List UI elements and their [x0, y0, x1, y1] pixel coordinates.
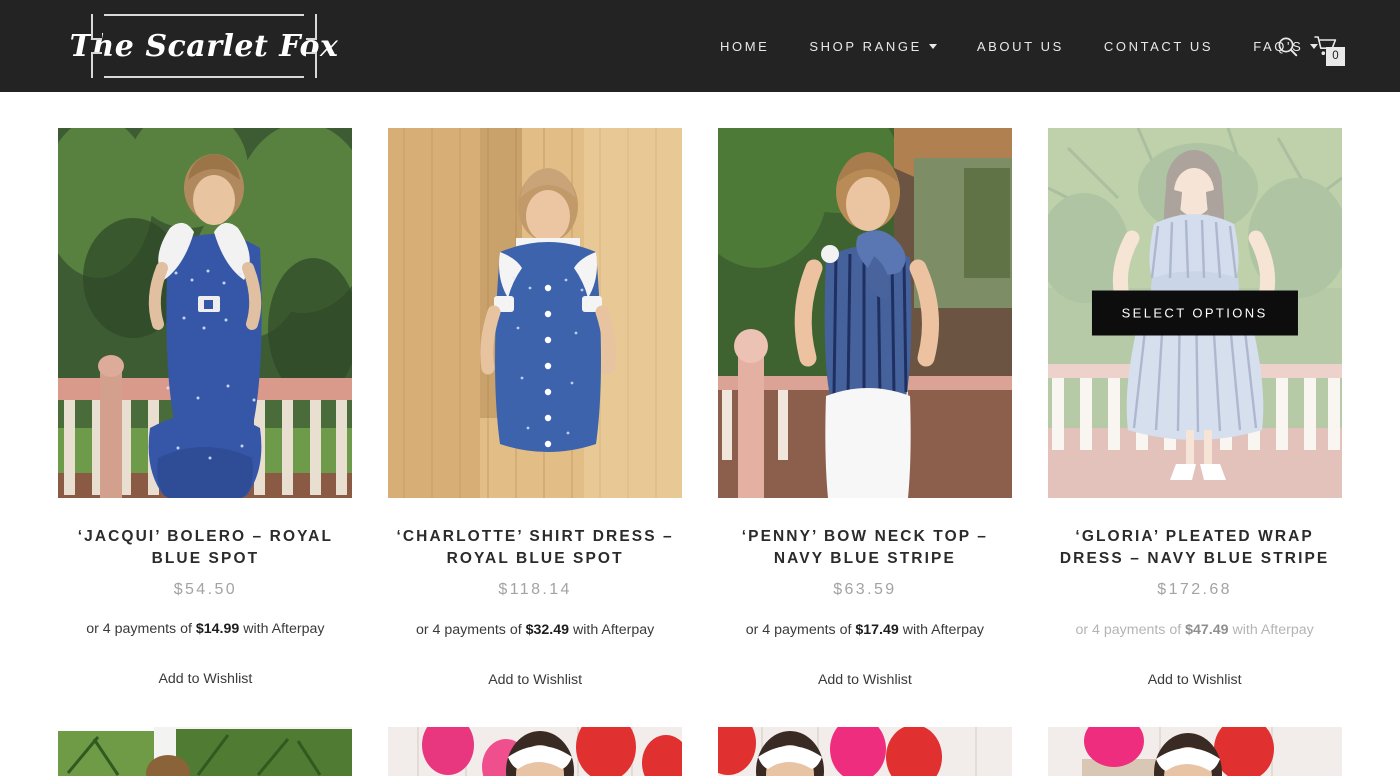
product-title[interactable]: ‘CHARLOTTE’ SHIRT DRESS – ROYAL BLUE SPO…: [386, 526, 685, 570]
afterpay-amount: $47.49: [1185, 622, 1229, 638]
add-to-wishlist-button[interactable]: Add to Wishlist: [716, 672, 1015, 688]
cart-count-badge: 0: [1326, 47, 1345, 66]
shop-page: Home / Shop Sort by newness The Scarlet …: [0, 0, 1400, 776]
logo-corner-notch: [91, 52, 102, 78]
product-price: $118.14: [498, 581, 572, 598]
product-card: ‘CHARLOTTE’ SHIRT DRESS – ROYAL BLUE SPO…: [386, 128, 685, 688]
product-image[interactable]: SELECT OPTIONS: [1047, 128, 1342, 498]
afterpay-prefix: or 4 payments of: [416, 622, 522, 638]
nav-item-shop-range[interactable]: SHOP RANGE: [789, 39, 956, 54]
product-grid-row-2: [0, 727, 1400, 776]
afterpay-suffix: with Afterpay: [902, 622, 984, 638]
afterpay-prefix: or 4 payments of: [86, 621, 192, 637]
chevron-down-icon: [928, 43, 937, 49]
afterpay-amount: $17.49: [855, 622, 899, 638]
main-navigation: HOME SHOP RANGE ABOUT US CONTACT US FAQ'…: [700, 0, 1338, 92]
nav-label: HOME: [720, 38, 770, 54]
product-grid: ‘JACQUI’ BOLERO – ROYAL BLUE SPOT $54.50…: [0, 92, 1400, 776]
afterpay-note: or 4 payments of $47.49 with Afterpay: [1045, 621, 1344, 641]
logo-text: The Scarlet Fox: [63, 28, 345, 64]
logo-corner-notch: [91, 14, 102, 40]
product-image[interactable]: [388, 128, 683, 498]
add-to-wishlist-button[interactable]: Add to Wishlist: [56, 671, 355, 687]
afterpay-prefix: or 4 payments of: [745, 622, 852, 638]
nav-label: ABOUT US: [976, 38, 1064, 54]
product-image[interactable]: [717, 128, 1012, 498]
product-image[interactable]: [58, 727, 353, 776]
add-to-wishlist-button[interactable]: Add to Wishlist: [386, 672, 685, 688]
product-price: $172.68: [1157, 581, 1232, 598]
logo-corner-notch: [306, 52, 317, 78]
nav-item-about-us[interactable]: ABOUT US: [957, 39, 1084, 54]
product-price: $54.50: [173, 581, 238, 598]
logo-corner-notch: [306, 14, 317, 40]
product-card: ‘JACQUI’ BOLERO – ROYAL BLUE SPOT $54.50…: [56, 128, 355, 688]
product-title[interactable]: ‘GLORIA’ PLEATED WRAP DRESS – NAVY BLUE …: [1045, 526, 1344, 570]
product-card: SELECT OPTIONS ‘GLORIA’ PLEATED WRAP DRE…: [1045, 128, 1344, 688]
product-image[interactable]: [1047, 727, 1342, 776]
search-icon[interactable]: [1277, 36, 1298, 57]
afterpay-note: or 4 payments of $32.49 with Afterpay: [386, 621, 685, 641]
site-header: The Scarlet Fox HOME SHOP RANGE ABOUT US…: [0, 0, 1400, 92]
product-title[interactable]: ‘PENNY’ BOW NECK TOP – NAVY BLUE STRIPE: [716, 526, 1015, 570]
site-logo[interactable]: The Scarlet Fox: [63, 14, 345, 82]
afterpay-suffix: with Afterpay: [1232, 622, 1314, 638]
nav-label: CONTACT US: [1103, 38, 1214, 54]
select-options-button[interactable]: SELECT OPTIONS: [1091, 290, 1298, 336]
afterpay-note: or 4 payments of $14.99 with Afterpay: [56, 620, 355, 640]
nav-item-home[interactable]: HOME: [700, 39, 789, 54]
product-title[interactable]: ‘JACQUI’ BOLERO – ROYAL BLUE SPOT: [56, 526, 355, 570]
product-image[interactable]: [388, 727, 683, 776]
add-to-wishlist-button[interactable]: Add to Wishlist: [1045, 672, 1344, 688]
nav-label: SHOP RANGE: [809, 38, 922, 54]
afterpay-suffix: with Afterpay: [243, 621, 325, 637]
afterpay-prefix: or 4 payments of: [1075, 622, 1182, 638]
product-card: ‘PENNY’ BOW NECK TOP – NAVY BLUE STRIPE …: [716, 128, 1015, 688]
product-price: $63.59: [833, 581, 897, 598]
afterpay-suffix: with Afterpay: [573, 622, 655, 638]
afterpay-amount: $32.49: [525, 622, 570, 638]
header-icon-group: 0: [1277, 0, 1345, 92]
product-image[interactable]: [717, 727, 1012, 776]
product-image[interactable]: [58, 128, 353, 498]
nav-item-contact-us[interactable]: CONTACT US: [1084, 39, 1233, 54]
cart-button[interactable]: 0: [1314, 35, 1345, 66]
afterpay-note: or 4 payments of $17.49 with Afterpay: [716, 621, 1015, 641]
afterpay-amount: $14.99: [195, 621, 240, 637]
